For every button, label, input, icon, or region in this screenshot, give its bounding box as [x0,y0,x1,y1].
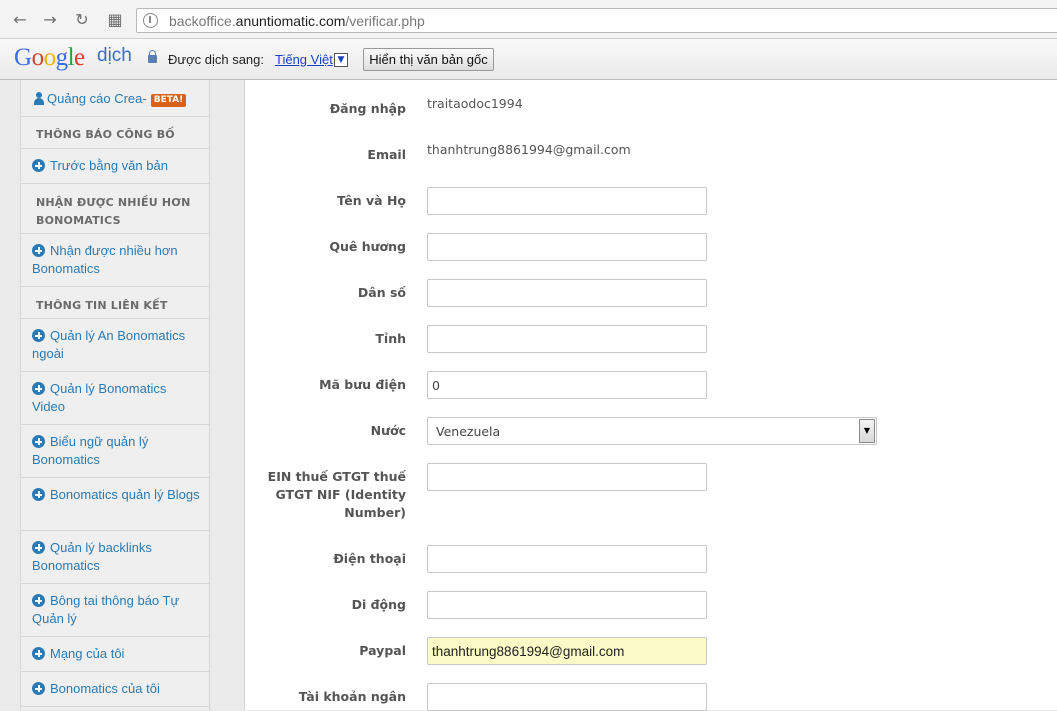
sidebar-item-get-more[interactable]: Nhận được nhiều hơn Bonomatics [21,234,210,287]
bank-account-field[interactable] [427,683,707,711]
population-field[interactable] [427,279,707,307]
phone-label: Điện thoại [333,551,406,566]
sidebar-item-label: Nhận được nhiều hơn Bonomatics [32,243,178,276]
paypal-label: Paypal [359,643,406,658]
sidebar-item-banners[interactable]: Biểu ngữ quản lý Bonomatics [21,425,210,478]
sidebar: Quảng cáo Crea- BETA! THÔNG BÁO CÔNG BỐ T… [20,80,210,710]
country-select[interactable]: Venezuela ▼ [427,417,877,445]
page-info-icon[interactable] [143,13,158,28]
chevron-down-icon[interactable]: ▼ [859,419,875,443]
lock-icon [148,50,157,63]
sidebar-item-self-managed[interactable]: Bông tai thông báo Tự Quản lý [21,584,210,637]
fullname-field[interactable] [427,187,707,215]
plus-icon [32,159,45,172]
sidebar-item-crea-ads[interactable]: Quảng cáo Crea- BETA! [21,90,210,117]
sidebar-item-video[interactable]: Quản lý Bonomatics Video [21,372,210,425]
sidebar-item-label: Quản lý backlinks Bonomatics [32,540,152,573]
google-logo: Google [14,44,85,71]
sidebar-heading: NHẬN ĐƯỢC NHIỀU HƠN BONOMATICS [21,184,210,234]
target-language-link[interactable]: Tiếng Việt [275,52,333,67]
phone-field[interactable] [427,545,707,573]
sidebar-item-written-ads[interactable]: Trước bằng văn bản [21,149,210,184]
tax-id-label-line: GTGT NIF (Identity [275,487,406,502]
email-value: thanhtrung8861994@gmail.com [427,142,631,157]
population-label: Dân số [357,285,406,300]
sidebar-item-label: Trước bằng văn bản [50,158,168,173]
plus-icon [32,435,45,448]
sidebar-item-label: Quản lý An Bonomatics ngoài [32,328,186,361]
reload-icon[interactable]: ↻ [71,9,93,31]
sidebar-item-label: Quảng cáo Crea- [47,91,147,106]
plus-icon [32,541,45,554]
plus-icon [32,488,45,501]
sidebar-heading: THÔNG TIN LIÊN KẾT [21,287,210,319]
sidebar-item-label: Quản lý Bonomatics Video [32,381,167,414]
mobile-field[interactable] [427,591,707,619]
plus-icon [32,244,45,257]
apps-icon[interactable]: ▦ [104,9,126,31]
paypal-field[interactable]: thanhtrung8861994@gmail.com [427,637,707,665]
sidebar-item-external[interactable]: Quản lý An Bonomatics ngoài [21,319,210,372]
postal-code-field[interactable]: 0 [427,371,707,399]
plus-icon [32,594,45,607]
browser-toolbar: ← → ↻ ▦ backoffice.anuntiomatic.com/veri… [0,0,1057,39]
tax-id-label-line: EIN thuế GTGT thuế [267,469,406,484]
mobile-label: Di động [351,597,406,612]
user-icon [33,92,45,105]
sidebar-item-my-bonomatics[interactable]: Bonomatics của tôi [21,672,210,707]
page-content: Quảng cáo Crea- BETA! THÔNG BÁO CÔNG BỐ T… [0,80,1057,711]
province-label: Tỉnh [375,331,406,346]
country-selected-value: Venezuela [436,424,501,439]
verification-form: Đăng nhập traitaodoc1994 Email thanhtrun… [244,80,1057,711]
sidebar-heading: THÔNG BÁO CÔNG BỐ [21,117,210,149]
country-label: Nước [370,423,406,438]
language-dropdown-icon[interactable]: ▼ [334,53,348,67]
translate-logo-text: dịch [97,45,132,66]
address-bar[interactable]: backoffice.anuntiomatic.com/verificar.ph… [136,8,1057,33]
tax-id-label: EIN thuế GTGT thuế GTGT NIF (Identity Nu… [268,468,406,522]
tax-id-field[interactable] [427,463,707,491]
login-value: traitaodoc1994 [427,96,523,111]
tax-id-label-line: Number) [344,505,406,520]
beta-badge: BETA! [150,94,187,107]
show-original-button[interactable]: Hiển thị văn bản gốc [363,48,494,71]
email-label: Email [367,147,406,162]
forward-icon[interactable]: → [39,9,61,31]
sidebar-item-backlinks[interactable]: Quản lý backlinks Bonomatics [21,531,210,584]
sidebar-item-label: Mạng của tôi [50,646,125,661]
sidebar-item-label: Bonomatics quản lý Blogs [50,487,200,502]
back-icon[interactable]: ← [9,9,31,31]
hometown-label: Quê hương [329,239,406,254]
plus-icon [32,647,45,660]
province-field[interactable] [427,325,707,353]
plus-icon [32,682,45,695]
postal-code-label: Mã bưu điện [319,377,406,392]
google-translate-bar: Google dịch Được dịch sang: Tiếng Việt ▼… [0,39,1057,80]
fullname-label: Tên và Họ [337,193,406,208]
login-label: Đăng nhập [329,101,406,116]
sidebar-item-label: Bonomatics của tôi [50,681,160,696]
url-text[interactable]: backoffice.anuntiomatic.com/verificar.ph… [169,13,425,29]
plus-icon [32,382,45,395]
hometown-field[interactable] [427,233,707,261]
sidebar-item-blogs[interactable]: Bonomatics quản lý Blogs [21,478,210,531]
translated-to-label: Được dịch sang: [168,52,264,67]
bank-account-label: Tài khoản ngân [298,689,406,704]
sidebar-item-my-network[interactable]: Mạng của tôi [21,637,210,672]
sidebar-item-label: Biểu ngữ quản lý Bonomatics [32,434,149,467]
sidebar-item-label: Bông tai thông báo Tự Quản lý [32,593,180,626]
plus-icon [32,329,45,342]
